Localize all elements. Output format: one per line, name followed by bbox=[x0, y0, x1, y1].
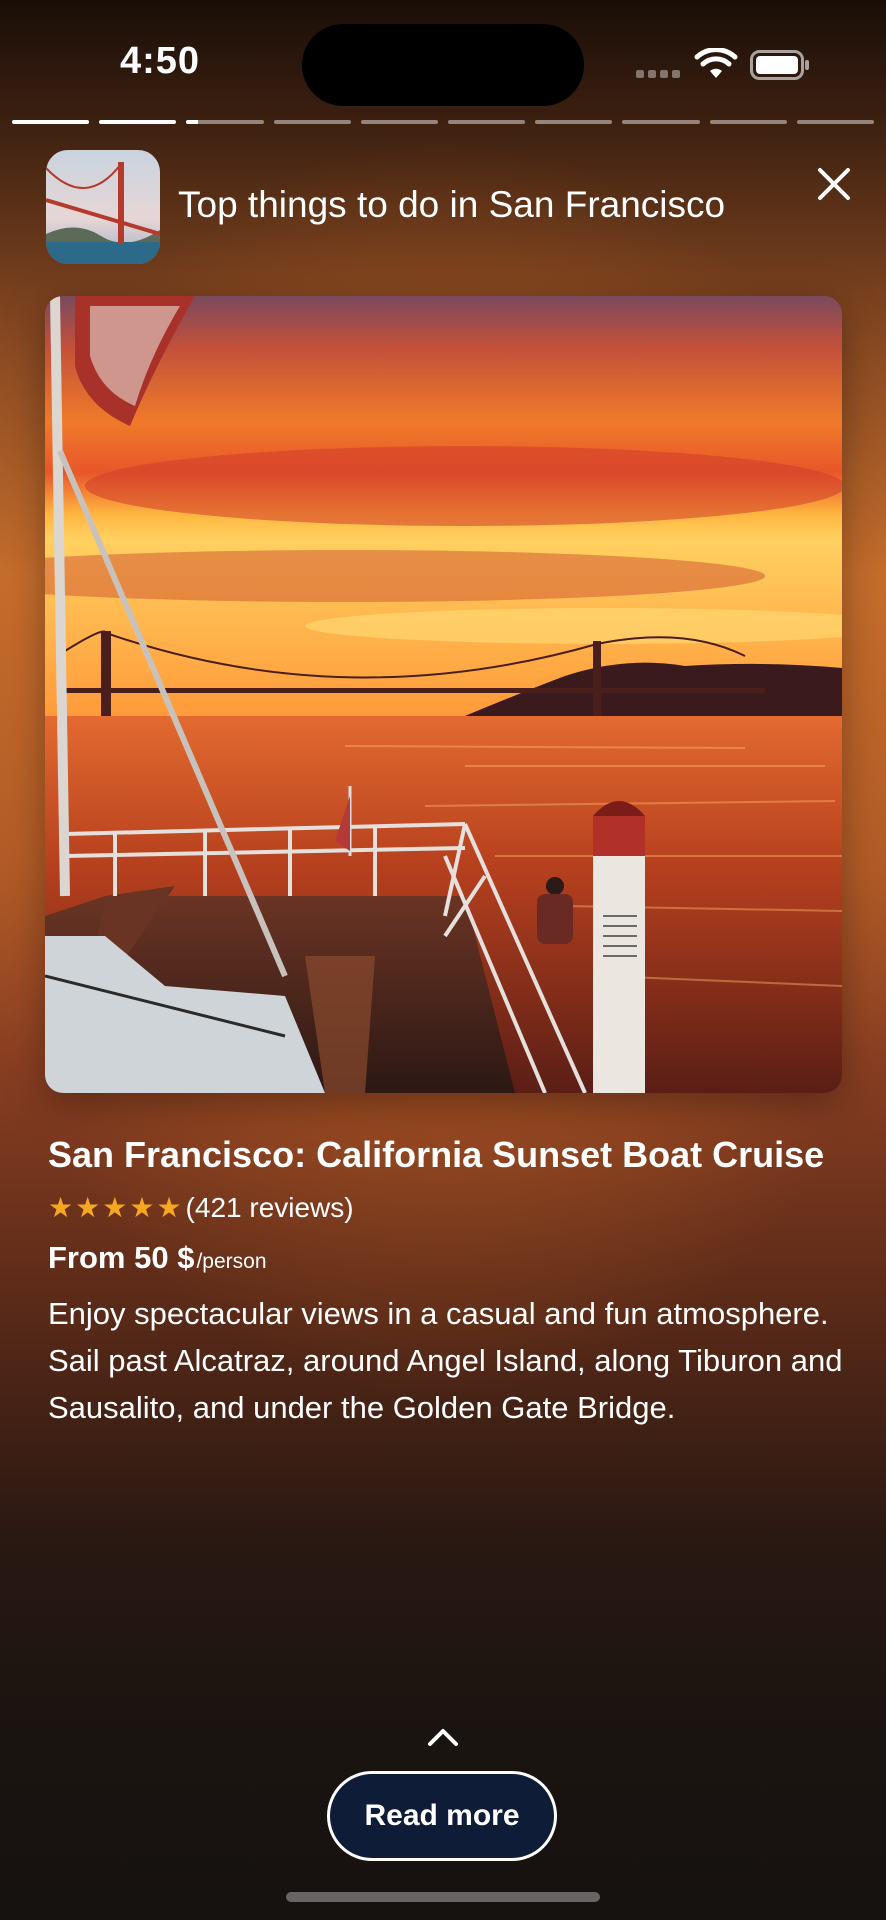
star-icon: ★ bbox=[156, 1192, 182, 1223]
sunset-boat-cruise-photo bbox=[45, 296, 842, 1093]
listing-title: San Francisco: California Sunset Boat Cr… bbox=[48, 1134, 825, 1175]
story-progress-fill bbox=[186, 120, 198, 124]
dynamic-island bbox=[302, 24, 584, 106]
story-progress-segment bbox=[99, 120, 177, 124]
story-title: Top things to do in San Francisco bbox=[178, 184, 726, 225]
story-progress-bar bbox=[12, 120, 875, 124]
price-row: From 50 $ /person bbox=[48, 1240, 848, 1280]
close-icon[interactable] bbox=[804, 154, 864, 214]
price: From 50 $ bbox=[48, 1240, 195, 1275]
chevron-up-icon[interactable] bbox=[426, 1726, 460, 1748]
story-progress-segment bbox=[273, 120, 351, 124]
status-time: 4:50 bbox=[120, 40, 201, 82]
price-unit: /person bbox=[196, 1250, 267, 1273]
star-icon: ★ bbox=[75, 1192, 101, 1223]
wifi-icon bbox=[694, 48, 738, 78]
story-progress-fill bbox=[12, 120, 90, 124]
story-progress-segment bbox=[796, 120, 875, 124]
read-more-button[interactable]: Read more bbox=[327, 1771, 557, 1861]
story-progress-segment bbox=[448, 120, 526, 124]
star-icon: ★ bbox=[48, 1192, 74, 1223]
battery-icon bbox=[750, 50, 809, 80]
story-progress-segment bbox=[535, 120, 613, 124]
listing-details: San Francisco: California Sunset Boat Cr… bbox=[48, 1128, 848, 1431]
rating-row: ★ ★ ★ ★ ★ (421 reviews) bbox=[48, 1190, 848, 1226]
story-progress-segment bbox=[622, 120, 700, 124]
listing-description: Enjoy spectacular views in a casual and … bbox=[48, 1296, 843, 1425]
story-progress-segment bbox=[186, 120, 264, 124]
star-rating: ★ ★ ★ ★ ★ bbox=[48, 1194, 182, 1222]
review-count: (421 reviews) bbox=[185, 1192, 354, 1223]
status-bar: 4:50 bbox=[0, 0, 886, 120]
story-progress-segment bbox=[360, 120, 439, 124]
story-progress-segment bbox=[12, 120, 90, 124]
star-icon: ★ bbox=[102, 1192, 128, 1223]
star-icon: ★ bbox=[129, 1192, 155, 1223]
cellular-signal-icon bbox=[636, 70, 680, 78]
home-indicator[interactable] bbox=[286, 1892, 600, 1902]
golden-gate-bridge-thumbnail[interactable] bbox=[46, 150, 160, 264]
story-progress-segment bbox=[709, 120, 787, 124]
story-header: Top things to do in San Francisco bbox=[46, 150, 850, 266]
story-progress-fill bbox=[99, 120, 177, 124]
